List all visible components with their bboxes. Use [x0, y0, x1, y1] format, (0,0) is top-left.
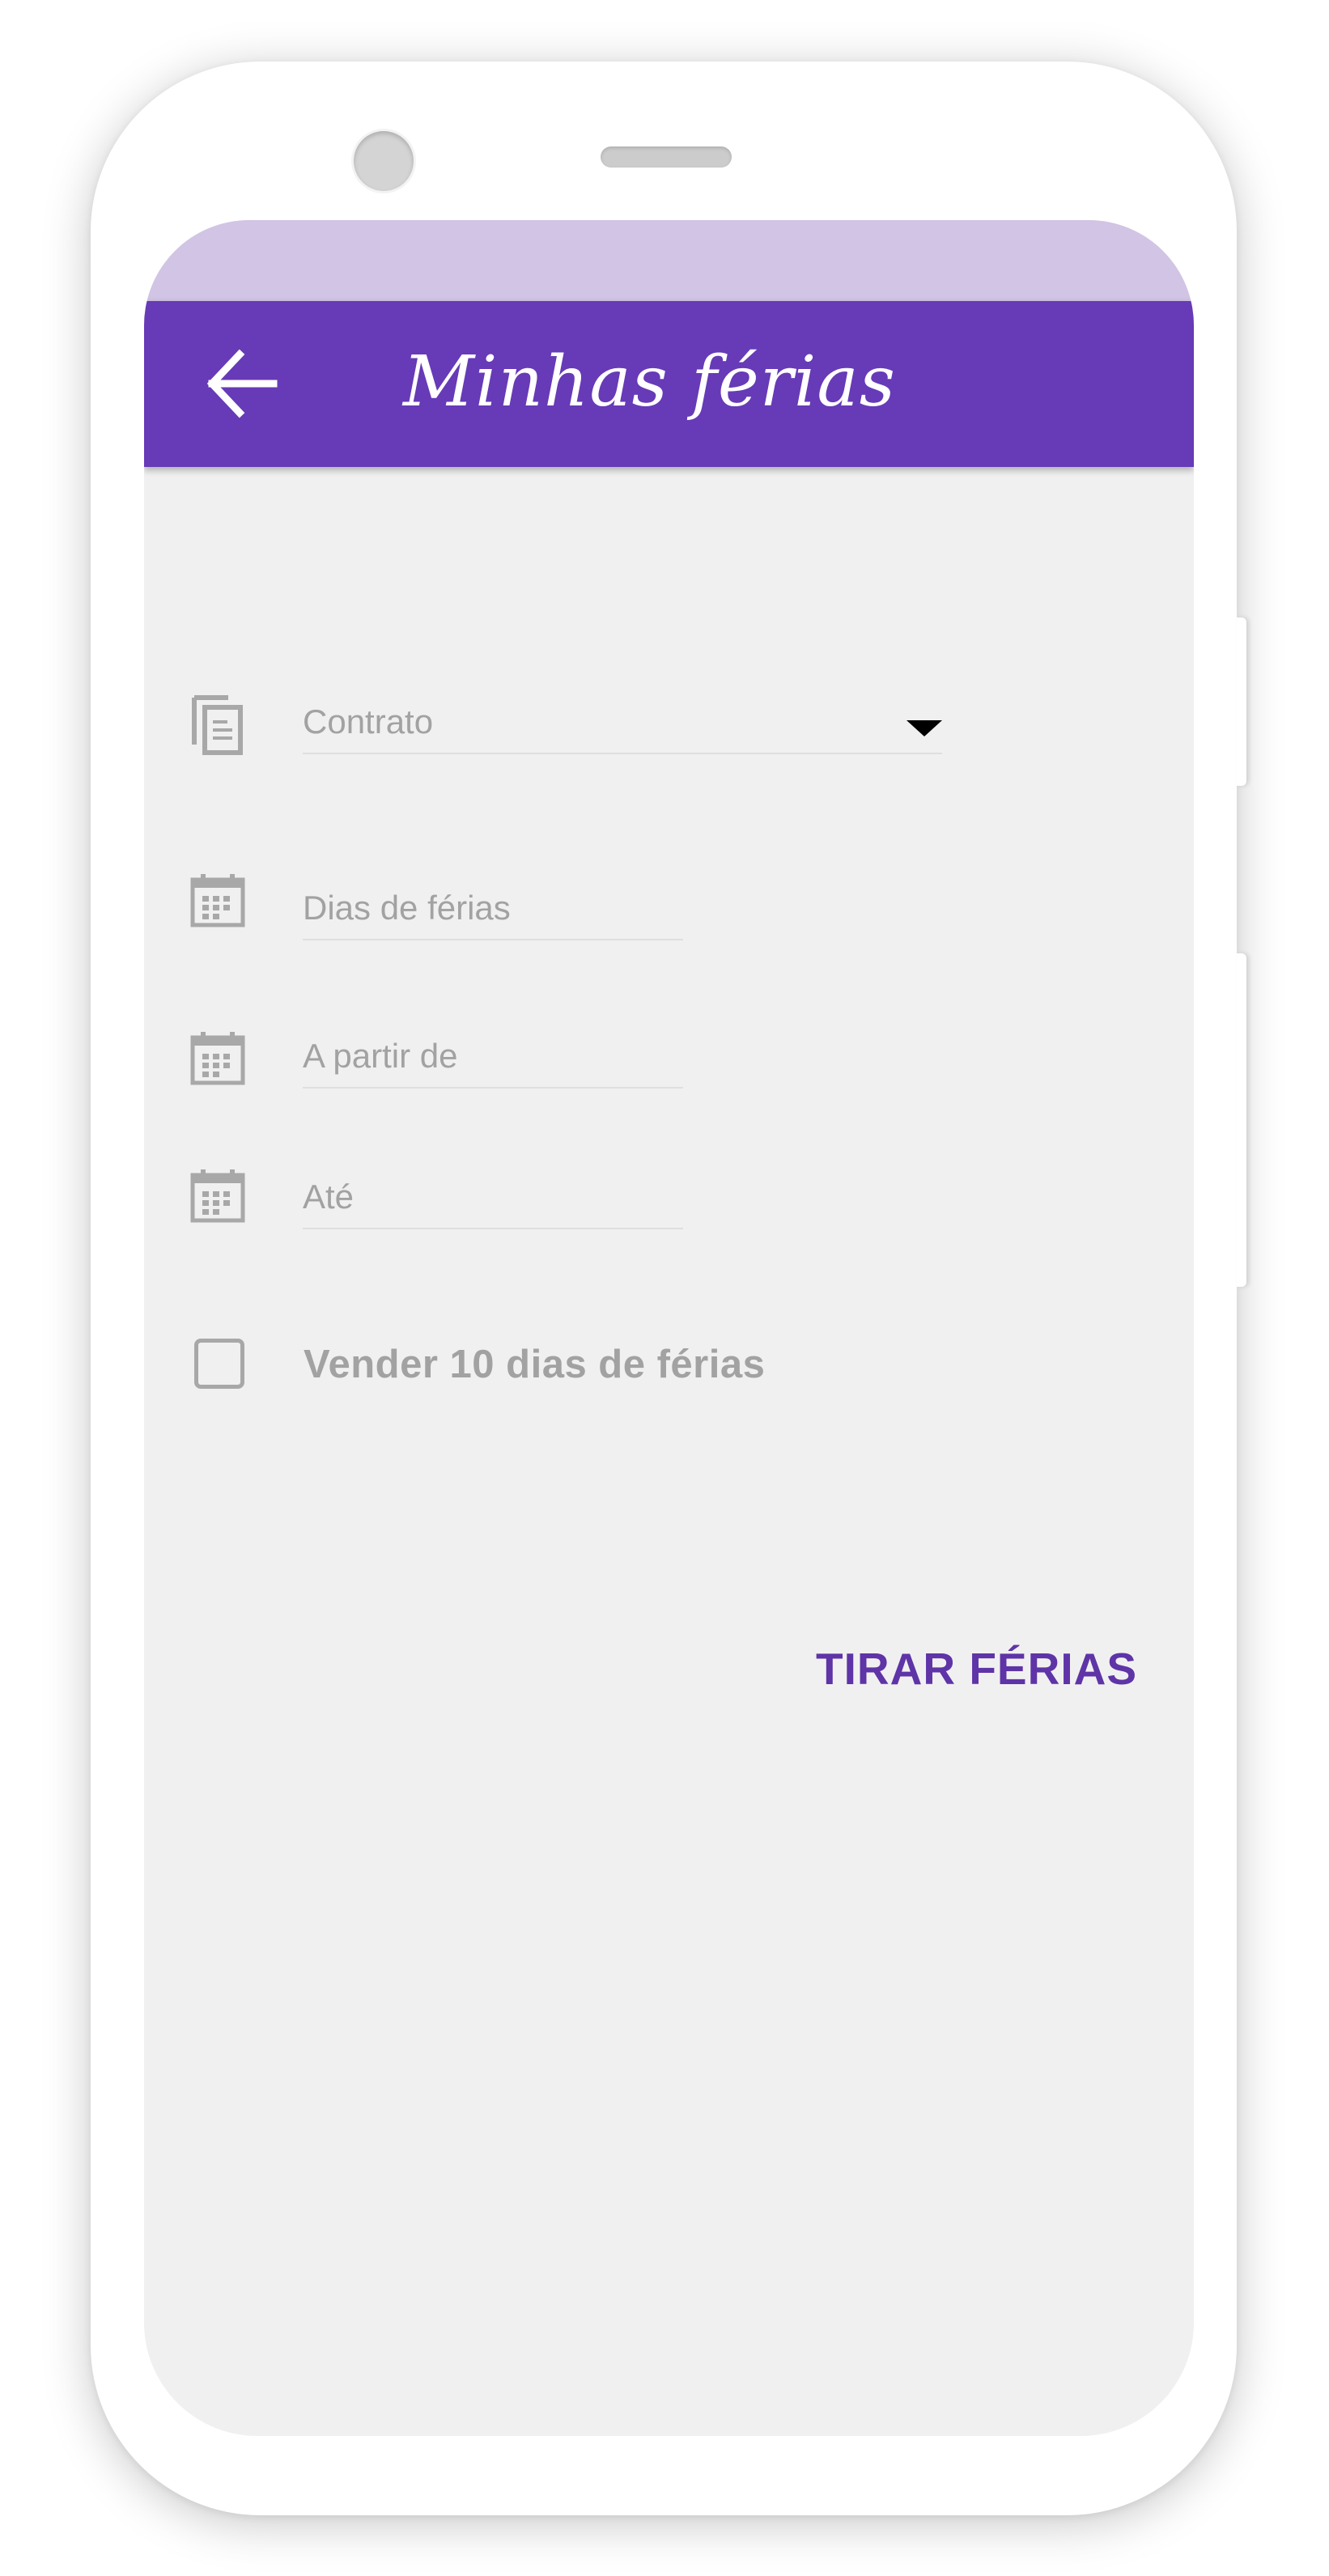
phone-speaker — [601, 146, 732, 168]
page: Minhas férias Contrato Dias de férias A … — [0, 0, 1329, 2576]
vacation-days-label: Dias de férias — [303, 889, 511, 927]
back-button[interactable] — [201, 343, 282, 424]
end-date-label: Até — [303, 1178, 355, 1216]
phone-camera — [354, 131, 414, 191]
contract-label: Contrato — [303, 702, 434, 741]
copy-document-icon — [189, 693, 246, 755]
page-title: Minhas férias — [403, 342, 896, 422]
vacation-days-field[interactable]: Dias de férias — [303, 859, 683, 940]
app-screen: Minhas férias Contrato Dias de férias A … — [144, 220, 1194, 2436]
start-date-label: A partir de — [303, 1037, 458, 1075]
sell-days-label: Vender 10 dias de férias — [304, 1343, 766, 1386]
chevron-down-icon — [907, 720, 942, 736]
arrow-left-icon — [206, 349, 278, 418]
status-bar — [144, 220, 1194, 301]
take-vacation-button[interactable]: TIRAR FÉRIAS — [816, 1636, 1137, 1701]
end-date-field[interactable]: Até — [303, 1155, 683, 1229]
phone-power-button — [1237, 617, 1246, 786]
calendar-icon — [189, 1029, 246, 1091]
sell-days-checkbox[interactable] — [194, 1339, 244, 1389]
calendar-icon — [189, 872, 246, 933]
calendar-icon — [189, 1167, 246, 1229]
start-date-field[interactable]: A partir de — [303, 1017, 683, 1089]
app-bar: Minhas férias — [144, 301, 1194, 467]
contract-dropdown[interactable]: Contrato — [303, 690, 942, 754]
phone-volume-button — [1237, 953, 1246, 1287]
